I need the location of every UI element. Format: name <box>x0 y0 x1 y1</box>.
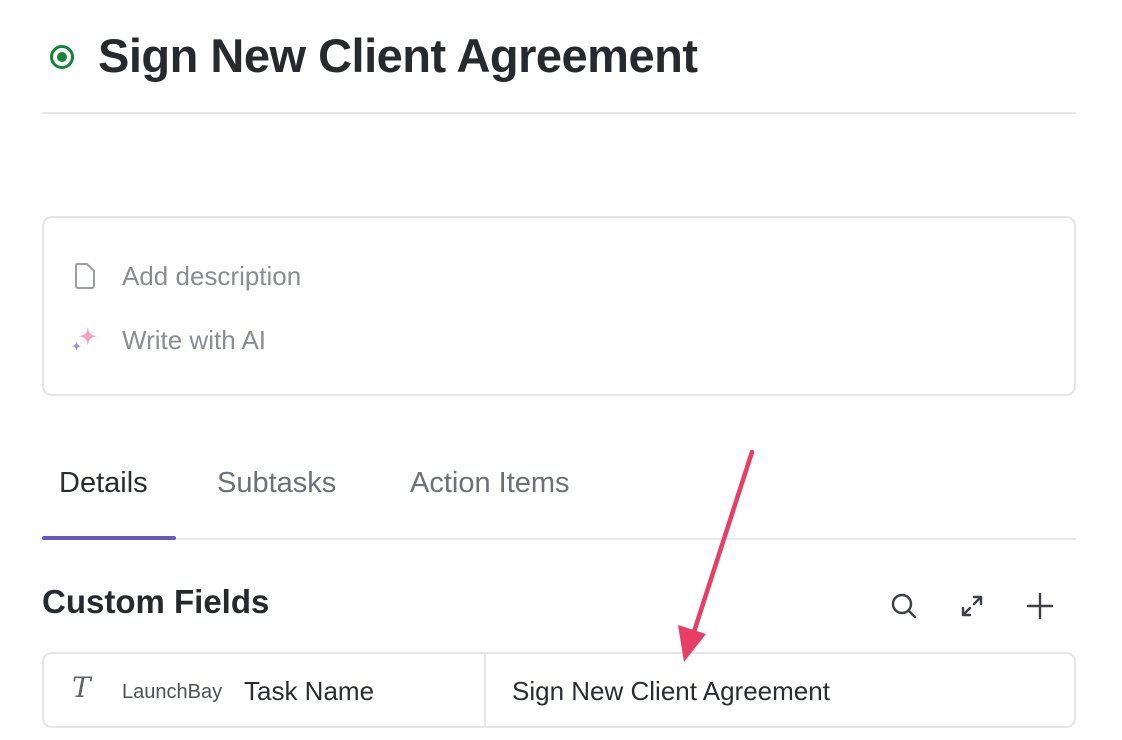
field-value[interactable]: Sign New Client Agreement <box>512 676 830 707</box>
description-box: Add description Write with AI <box>42 216 1076 396</box>
write-with-ai-button[interactable]: Write with AI <box>70 322 266 358</box>
custom-field-label-cell: T LaunchBay Task Name <box>44 654 486 726</box>
plus-icon <box>1026 592 1054 620</box>
active-tab-indicator <box>42 536 176 540</box>
document-icon <box>70 258 100 294</box>
tab-subtasks[interactable]: Subtasks <box>217 467 336 500</box>
search-button[interactable] <box>884 586 924 626</box>
add-description-label: Add description <box>122 260 302 291</box>
task-title[interactable]: Sign New Client Agreement <box>98 28 698 83</box>
tab-details[interactable]: Details <box>59 467 148 500</box>
custom-field-row[interactable]: T LaunchBay Task Name Sign New Client Ag… <box>42 652 1076 728</box>
add-field-button[interactable] <box>1020 586 1060 626</box>
write-with-ai-label: Write with AI <box>122 324 267 355</box>
custom-fields-heading: Custom Fields <box>42 583 270 620</box>
field-name: Task Name <box>244 676 375 706</box>
expand-icon <box>961 595 983 617</box>
sparkle-icon <box>70 322 100 358</box>
add-description-button[interactable]: Add description <box>70 258 301 294</box>
search-icon <box>891 593 917 619</box>
text-type-icon: T <box>72 671 91 704</box>
status-icon[interactable] <box>50 45 74 69</box>
tab-action-items[interactable]: Action Items <box>410 467 570 500</box>
field-source-label: LaunchBay <box>122 681 223 703</box>
task-header: Sign New Client Agreement <box>42 0 1076 114</box>
expand-button[interactable] <box>952 586 992 626</box>
tab-bar: Details Subtasks Action Items <box>42 445 1076 540</box>
